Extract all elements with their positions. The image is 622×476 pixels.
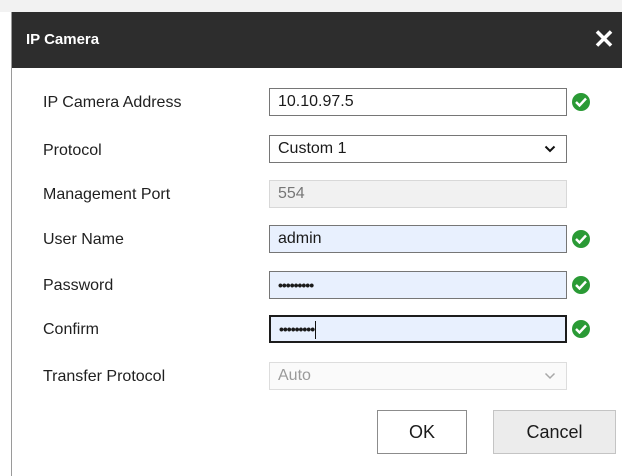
password-input[interactable]: ••••••••• [269,271,567,299]
ok-button[interactable]: OK [377,410,467,454]
ip-address-label: IP Camera Address [43,94,182,111]
dialog-title-bar: IP Camera ✕ [12,12,622,68]
user-name-input[interactable]: admin [269,225,567,253]
ip-camera-dialog: IP Camera ✕ IP Camera Address 10.10.97.5… [11,12,622,476]
password-value: ••••••••• [278,277,314,293]
management-port-value: 554 [278,185,305,202]
ip-address-value: 10.10.97.5 [278,93,354,110]
close-icon[interactable]: ✕ [591,24,617,54]
check-icon [572,230,590,248]
chevron-down-icon [544,363,556,398]
cancel-button[interactable]: Cancel [493,410,616,454]
check-icon [572,93,590,111]
transfer-protocol-label: Transfer Protocol [43,368,166,385]
protocol-label: Protocol [43,142,102,159]
check-icon [572,320,590,338]
confirm-input[interactable]: ••••••••• [269,315,567,343]
user-name-label: User Name [43,231,124,248]
check-icon [572,276,590,294]
dialog-title: IP Camera [26,31,100,48]
confirm-value: ••••••••• [279,321,315,337]
text-caret [315,320,317,339]
transfer-protocol-value: Auto [278,367,311,384]
management-port-label: Management Port [43,186,171,203]
confirm-label: Confirm [43,321,100,338]
user-name-value: admin [278,230,322,247]
transfer-protocol-select: Auto [269,362,567,390]
protocol-select[interactable]: Custom 1 [269,135,567,163]
ip-address-input[interactable]: 10.10.97.5 [269,88,567,116]
management-port-input: 554 [269,180,567,208]
password-label: Password [43,277,114,294]
background-strip [0,0,622,12]
protocol-value: Custom 1 [278,140,347,157]
chevron-down-icon [544,136,556,171]
